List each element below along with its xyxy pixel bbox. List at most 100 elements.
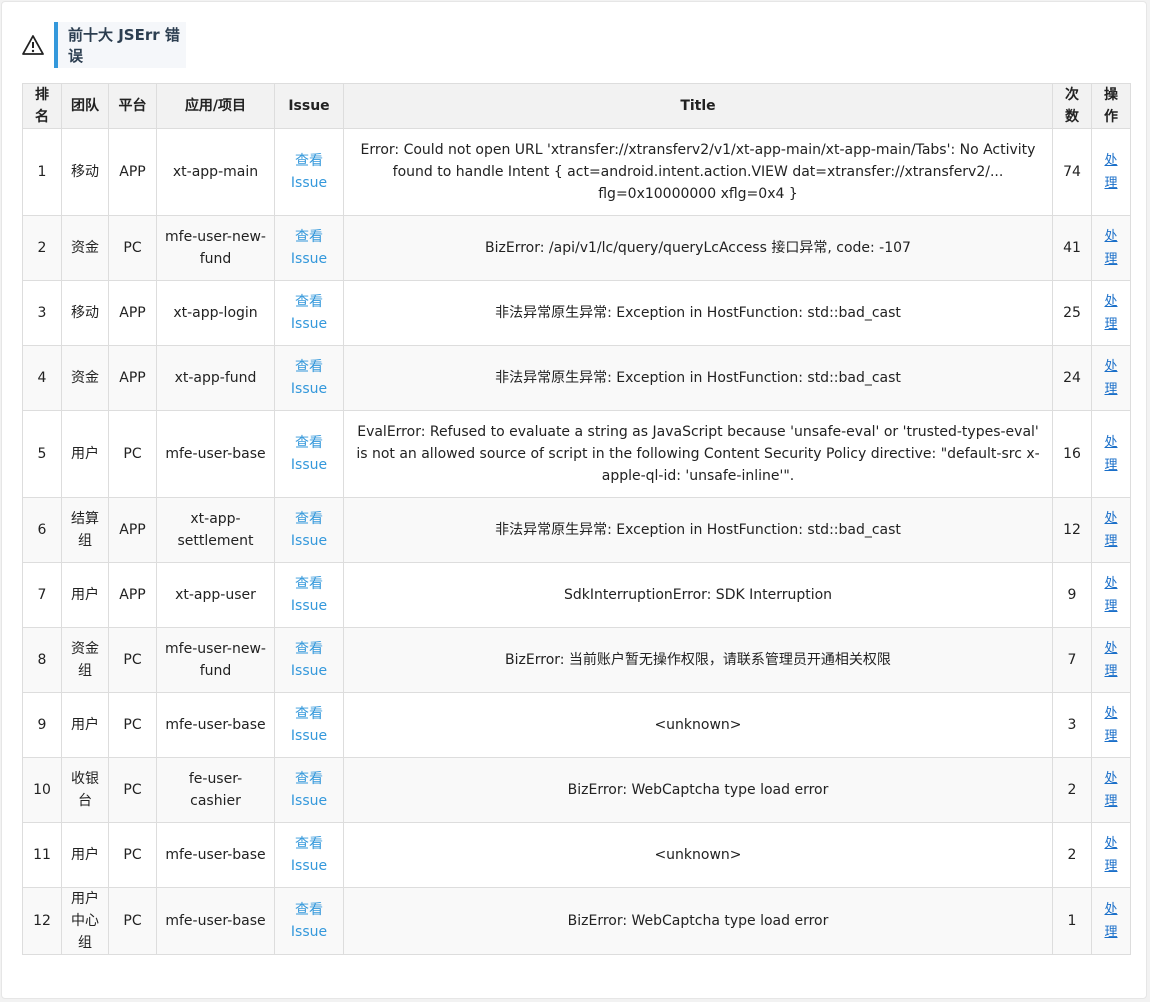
handle-link[interactable]: 处理 (1104, 706, 1117, 744)
issue-link[interactable]: 查看 Issue (291, 153, 327, 191)
handle-link[interactable]: 处理 (1104, 229, 1117, 267)
error-title-cell: Error: Could not open URL 'xtransfer://x… (360, 142, 1036, 202)
rank-td: 11 (22, 822, 62, 888)
team-cell: 用户 (71, 587, 99, 603)
count-cell: 2 (1067, 782, 1077, 798)
platform-cell: APP (119, 164, 146, 180)
count-td: 2 (1052, 757, 1092, 823)
action-td: 处理 (1091, 562, 1131, 628)
table-row: 7 用户 APP xt-app-user 查看 Issue SdkInterruption… (22, 562, 1131, 628)
issue-link[interactable]: 查看 Issue (291, 771, 327, 809)
handle-link[interactable]: 处理 (1104, 153, 1117, 191)
app-cell: xt-app-fund (174, 370, 257, 386)
error-title-cell: BizError: 当前账户暂无操作权限，请联系管理员开通相关权限 (505, 652, 891, 668)
team-td: 结算组 (61, 497, 109, 563)
count-td: 7 (1052, 627, 1092, 693)
team-cell: 移动 (71, 305, 99, 321)
table-row: 5 用户 PC mfe-user-base 查看 Issue EvalError: Ref… (22, 410, 1131, 498)
action-td: 处理 (1091, 215, 1131, 281)
team-cell: 资金 (71, 240, 99, 256)
action-td: 处理 (1091, 822, 1131, 888)
rank-td: 9 (22, 692, 62, 758)
error-title-cell: 非法异常原生异常: Exception in HostFunction: std… (495, 522, 901, 538)
title-td: 非法异常原生异常: Exception in HostFunction: std… (343, 345, 1053, 411)
handle-link[interactable]: 处理 (1104, 511, 1117, 549)
rank-cell: 12 (33, 913, 51, 929)
issue-link[interactable]: 查看 Issue (291, 294, 327, 332)
handle-link[interactable]: 处理 (1104, 902, 1117, 940)
issue-link[interactable]: 查看 Issue (291, 435, 327, 473)
platform-cell: APP (119, 522, 146, 538)
platform-cell: PC (123, 913, 142, 929)
issue-link[interactable]: 查看 Issue (291, 836, 327, 874)
handle-link[interactable]: 处理 (1104, 435, 1117, 473)
handle-link[interactable]: 处理 (1104, 294, 1117, 332)
app-td: mfe-user-new-fund (156, 627, 275, 693)
app-cell: mfe-user-base (165, 847, 266, 863)
rank-cell: 8 (37, 652, 47, 668)
title-td: <unknown> (343, 692, 1053, 758)
team-cell: 用户 (71, 847, 99, 863)
issue-td: 查看 Issue (274, 627, 344, 693)
count-cell: 3 (1067, 717, 1077, 733)
platform-cell: APP (119, 370, 146, 386)
team-cell: 资金组 (71, 641, 99, 679)
rank-td: 6 (22, 497, 62, 563)
count-td: 24 (1052, 345, 1092, 411)
platform-cell: PC (123, 782, 142, 798)
app-cell: xt-app-settlement (177, 511, 254, 549)
app-cell: xt-app-login (173, 305, 258, 321)
team-cell: 资金 (71, 370, 99, 386)
issue-td: 查看 Issue (274, 128, 344, 216)
issue-link[interactable]: 查看 Issue (291, 902, 327, 940)
handle-link[interactable]: 处理 (1104, 771, 1117, 809)
team-td: 资金组 (61, 627, 109, 693)
app-cell: xt-app-main (172, 164, 259, 180)
action-td: 处理 (1091, 887, 1131, 955)
platform-td: APP (108, 128, 157, 216)
issue-link[interactable]: 查看 Issue (291, 641, 327, 679)
issue-link[interactable]: 查看 Issue (291, 706, 327, 744)
action-td: 处理 (1091, 128, 1131, 216)
issue-link[interactable]: 查看 Issue (291, 359, 327, 397)
error-title-cell: <unknown> (654, 847, 742, 863)
rank-cell: 7 (37, 587, 47, 603)
issue-link[interactable]: 查看 Issue (291, 229, 327, 267)
platform-td: APP (108, 562, 157, 628)
count-td: 9 (1052, 562, 1092, 628)
title-td: SdkInterruptionError: SDK Interruption (343, 562, 1053, 628)
platform-td: PC (108, 692, 157, 758)
team-td: 移动 (61, 128, 109, 216)
count-cell: 2 (1067, 847, 1077, 863)
table-row: 3 移动 APP xt-app-login 查看 Issue 非法异常原生异常: Exce… (22, 280, 1131, 346)
table-row: 11 用户 PC mfe-user-base 查看 Issue <unknown> 2 处理 (22, 822, 1131, 888)
handle-link[interactable]: 处理 (1104, 641, 1117, 679)
handle-link[interactable]: 处理 (1104, 359, 1117, 397)
team-td: 资金 (61, 215, 109, 281)
issue-link[interactable]: 查看 Issue (291, 576, 327, 614)
app-cell: fe-user-cashier (188, 771, 243, 809)
rank-td: 10 (22, 757, 62, 823)
handle-link[interactable]: 处理 (1104, 576, 1117, 614)
rank-cell: 4 (37, 370, 47, 386)
team-td: 资金 (61, 345, 109, 411)
issue-td: 查看 Issue (274, 345, 344, 411)
action-td: 处理 (1091, 497, 1131, 563)
platform-td: PC (108, 215, 157, 281)
rank-td: 2 (22, 215, 62, 281)
rank-td: 3 (22, 280, 62, 346)
table-row: 6 结算组 APP xt-app-settlement 查看 Issue 非法异常原生异常… (22, 497, 1131, 563)
col-header-app: 应用/项目 (156, 83, 275, 129)
error-title-cell: 非法异常原生异常: Exception in HostFunction: std… (495, 305, 901, 321)
count-td: 3 (1052, 692, 1092, 758)
table-row: 4 资金 APP xt-app-fund 查看 Issue 非法异常原生异常: Excep… (22, 345, 1131, 411)
table-row: 10 收银台 PC fe-user-cashier 查看 Issue BizError: … (22, 757, 1131, 823)
count-cell: 74 (1063, 164, 1081, 180)
col-header-issue: Issue (274, 83, 344, 129)
issue-link[interactable]: 查看 Issue (291, 511, 327, 549)
handle-link[interactable]: 处理 (1104, 836, 1117, 874)
team-cell: 用户中心组 (71, 891, 99, 951)
issue-td: 查看 Issue (274, 497, 344, 563)
title-td: BizError: /api/v1/lc/query/queryLcAccess… (343, 215, 1053, 281)
col-header-title: Title (343, 83, 1053, 129)
